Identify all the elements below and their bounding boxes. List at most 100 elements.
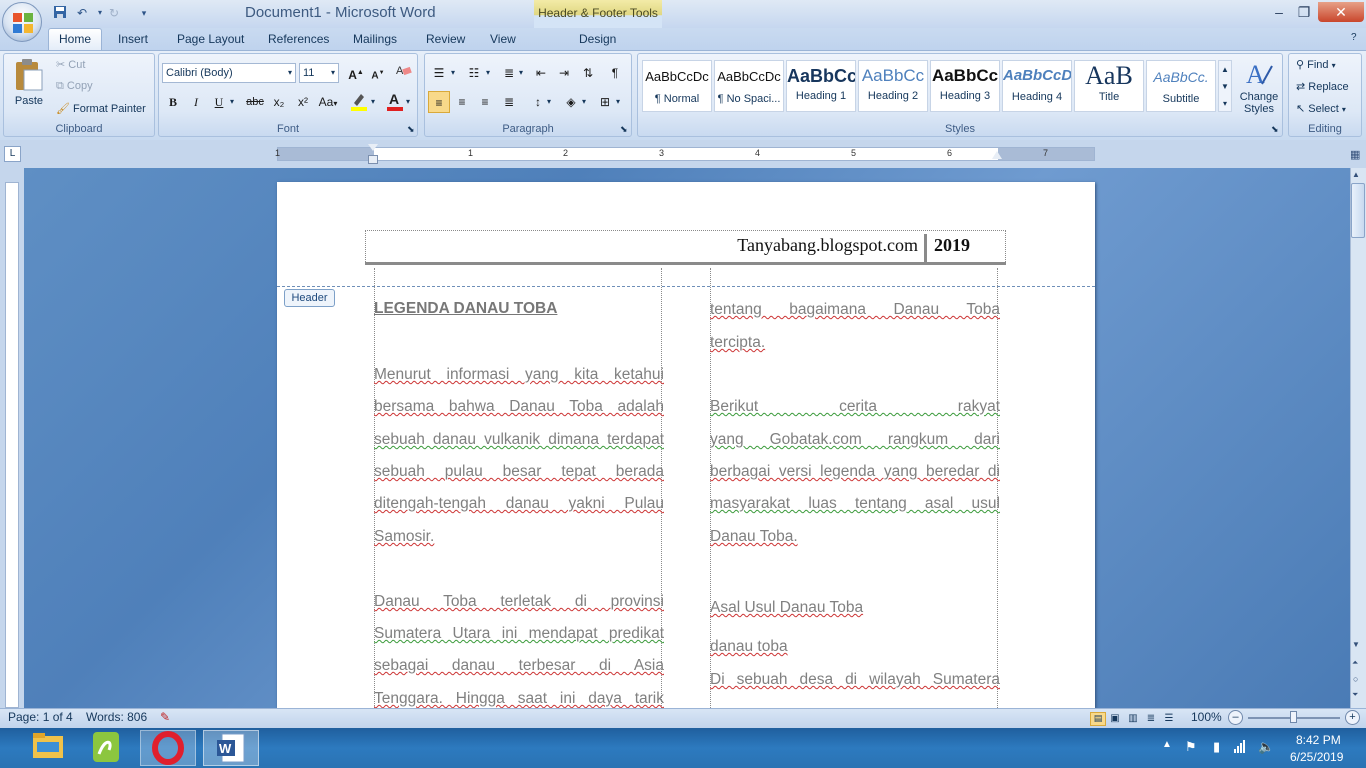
- office-button[interactable]: [2, 2, 42, 42]
- zoom-in-icon[interactable]: +: [1345, 710, 1360, 725]
- tab-design[interactable]: Design: [579, 32, 616, 46]
- style-heading-4[interactable]: AaBbCcD Heading 4: [1002, 60, 1072, 112]
- draft-icon[interactable]: ☰: [1160, 713, 1178, 724]
- undo-icon[interactable]: ↶: [74, 5, 90, 21]
- strikethrough-button[interactable]: abc: [244, 91, 266, 113]
- horizontal-ruler[interactable]: [277, 147, 1095, 161]
- text-highlight-icon[interactable]: [348, 91, 370, 113]
- tab-insert[interactable]: Insert: [118, 32, 148, 46]
- tab-review[interactable]: Review: [426, 32, 465, 46]
- show-hide-paragraph-icon[interactable]: ¶: [604, 62, 626, 84]
- volume-icon[interactable]: 🔈: [1258, 739, 1274, 755]
- line-spacing-icon[interactable]: ↕: [527, 91, 549, 113]
- first-line-indent-marker[interactable]: [368, 144, 378, 151]
- subscript-button[interactable]: x₂: [268, 91, 290, 113]
- redo-icon[interactable]: ↻: [106, 5, 122, 21]
- borders-icon[interactable]: ⊞: [594, 91, 616, 113]
- zoom-out-icon[interactable]: –: [1228, 710, 1243, 725]
- outline-icon[interactable]: ≣: [1142, 713, 1160, 724]
- align-left-icon[interactable]: ≡: [428, 91, 450, 113]
- copy-button[interactable]: ⧉ Copy: [56, 80, 93, 93]
- style-heading-1[interactable]: AaBbCc Heading 1: [786, 60, 856, 112]
- col1-line[interactable]: bersama bahwa Danau Toba adalah: [374, 398, 664, 416]
- col2-line[interactable]: tercipta.: [710, 334, 1000, 352]
- style-normal[interactable]: AaBbCcDc ¶ Normal: [642, 60, 712, 112]
- vertical-scrollbar[interactable]: [1350, 168, 1366, 708]
- vertical-ruler[interactable]: [5, 182, 19, 708]
- col2-line[interactable]: Di sebuah desa di wilayah Sumatera: [710, 671, 1000, 689]
- scrollbar-thumb[interactable]: [1351, 183, 1365, 238]
- clock-time[interactable]: 8:42 PM: [1296, 733, 1341, 747]
- scroll-down-icon[interactable]: ▼: [1219, 78, 1231, 95]
- decrease-indent-icon[interactable]: ⇤: [530, 62, 552, 84]
- opera-browser-icon[interactable]: [140, 730, 196, 766]
- font-color-dropdown-icon[interactable]: ▾: [406, 97, 410, 106]
- col1-line[interactable]: Samosir.: [374, 528, 664, 546]
- word-app-icon[interactable]: W: [203, 730, 259, 766]
- find-button[interactable]: ⚲ Find ▾: [1296, 58, 1336, 71]
- shrink-font-button[interactable]: A▼: [367, 62, 389, 84]
- numbering-icon[interactable]: ☷: [463, 62, 485, 84]
- clock-date[interactable]: 6/25/2019: [1290, 750, 1343, 764]
- col1-line[interactable]: Sumatera Utara ini mendapat predikat: [374, 625, 664, 643]
- browse-object-icon[interactable]: ○: [1353, 674, 1358, 684]
- col1-line[interactable]: Tenggara. Hingga saat ini daya tarik: [374, 690, 664, 708]
- col2-line[interactable]: danau toba: [710, 638, 1000, 656]
- battery-icon[interactable]: ▮: [1213, 739, 1220, 755]
- col1-line[interactable]: sebuah pulau besar tepat berada: [374, 463, 664, 481]
- zoom-slider-thumb[interactable]: [1290, 711, 1297, 723]
- tab-home[interactable]: Home: [48, 28, 102, 51]
- style-no-spacing[interactable]: AaBbCcDc ¶ No Spaci...: [714, 60, 784, 112]
- col2-line[interactable]: Asal Usul Danau Toba: [710, 599, 1000, 617]
- paste-button[interactable]: Paste: [12, 58, 46, 110]
- maximize-button[interactable]: ❐: [1291, 2, 1317, 22]
- styles-scroll[interactable]: ▲ ▼ ▾: [1218, 60, 1232, 112]
- align-center-icon[interactable]: ≡: [451, 91, 473, 113]
- tab-references[interactable]: References: [268, 32, 329, 46]
- grow-font-button[interactable]: A▲: [345, 62, 367, 84]
- tab-page-layout[interactable]: Page Layout: [177, 32, 244, 46]
- close-button[interactable]: ✕: [1318, 2, 1364, 22]
- header-site-text[interactable]: Tanyabang.blogspot.com: [600, 235, 918, 256]
- word-count[interactable]: Words: 806: [86, 710, 147, 724]
- full-screen-reading-icon[interactable]: ▣: [1106, 713, 1124, 724]
- multilevel-list-icon[interactable]: ≣: [498, 62, 520, 84]
- style-heading-2[interactable]: AaBbCc Heading 2: [858, 60, 928, 112]
- web-layout-icon[interactable]: ▥: [1124, 713, 1142, 724]
- col1-line[interactable]: Menurut informasi yang kita ketahui: [374, 366, 664, 384]
- borders-dropdown-icon[interactable]: ▾: [616, 97, 620, 106]
- col1-line[interactable]: sebuah danau vulkanik dimana terdapat: [374, 431, 664, 449]
- proofing-icon[interactable]: ✎: [160, 710, 170, 724]
- zoom-level[interactable]: 100%: [1191, 710, 1222, 724]
- more-styles-icon[interactable]: ▾: [1219, 95, 1231, 112]
- file-explorer-icon[interactable]: [20, 730, 76, 766]
- change-styles-button[interactable]: A Change Styles: [1238, 58, 1280, 118]
- cut-button[interactable]: ✂ Cut: [56, 58, 85, 71]
- change-case-button[interactable]: Aa▾: [317, 91, 339, 113]
- col2-line[interactable]: masyarakat luas tentang asal usul: [710, 495, 1000, 513]
- font-name-select[interactable]: Calibri (Body) ▾: [162, 63, 296, 83]
- select-button[interactable]: ↖ Select ▾: [1296, 102, 1346, 115]
- increase-indent-icon[interactable]: ⇥: [553, 62, 575, 84]
- replace-button[interactable]: ⇄ Replace: [1296, 80, 1349, 93]
- previous-page-icon[interactable]: ⏶: [1352, 658, 1358, 668]
- left-indent-marker[interactable]: [368, 155, 378, 164]
- style-title[interactable]: AaB Title: [1074, 60, 1144, 112]
- document-heading[interactable]: LEGENDA DANAU TOBA: [374, 300, 557, 318]
- underline-button[interactable]: U: [208, 91, 230, 113]
- bullets-icon[interactable]: ☰: [428, 62, 450, 84]
- italic-button[interactable]: I: [185, 91, 207, 113]
- font-color-icon[interactable]: A: [384, 91, 406, 113]
- bullets-dropdown-icon[interactable]: ▾: [451, 68, 455, 77]
- customize-qat-icon[interactable]: ▾: [136, 5, 152, 21]
- superscript-button[interactable]: x²: [292, 91, 314, 113]
- style-subtitle[interactable]: AaBbCc. Subtitle: [1146, 60, 1216, 112]
- signal-icon[interactable]: [1233, 739, 1247, 756]
- paragraph-dialog-launcher-icon[interactable]: ⬊: [620, 124, 628, 135]
- tab-selector[interactable]: L: [4, 146, 21, 162]
- line-spacing-dropdown-icon[interactable]: ▾: [547, 97, 551, 106]
- scroll-up-icon[interactable]: ▲: [1219, 61, 1231, 78]
- sort-icon[interactable]: ⇅: [577, 62, 599, 84]
- shading-dropdown-icon[interactable]: ▾: [582, 97, 586, 106]
- col1-line[interactable]: ditengah-tengah danau yakni Pulau: [374, 495, 664, 513]
